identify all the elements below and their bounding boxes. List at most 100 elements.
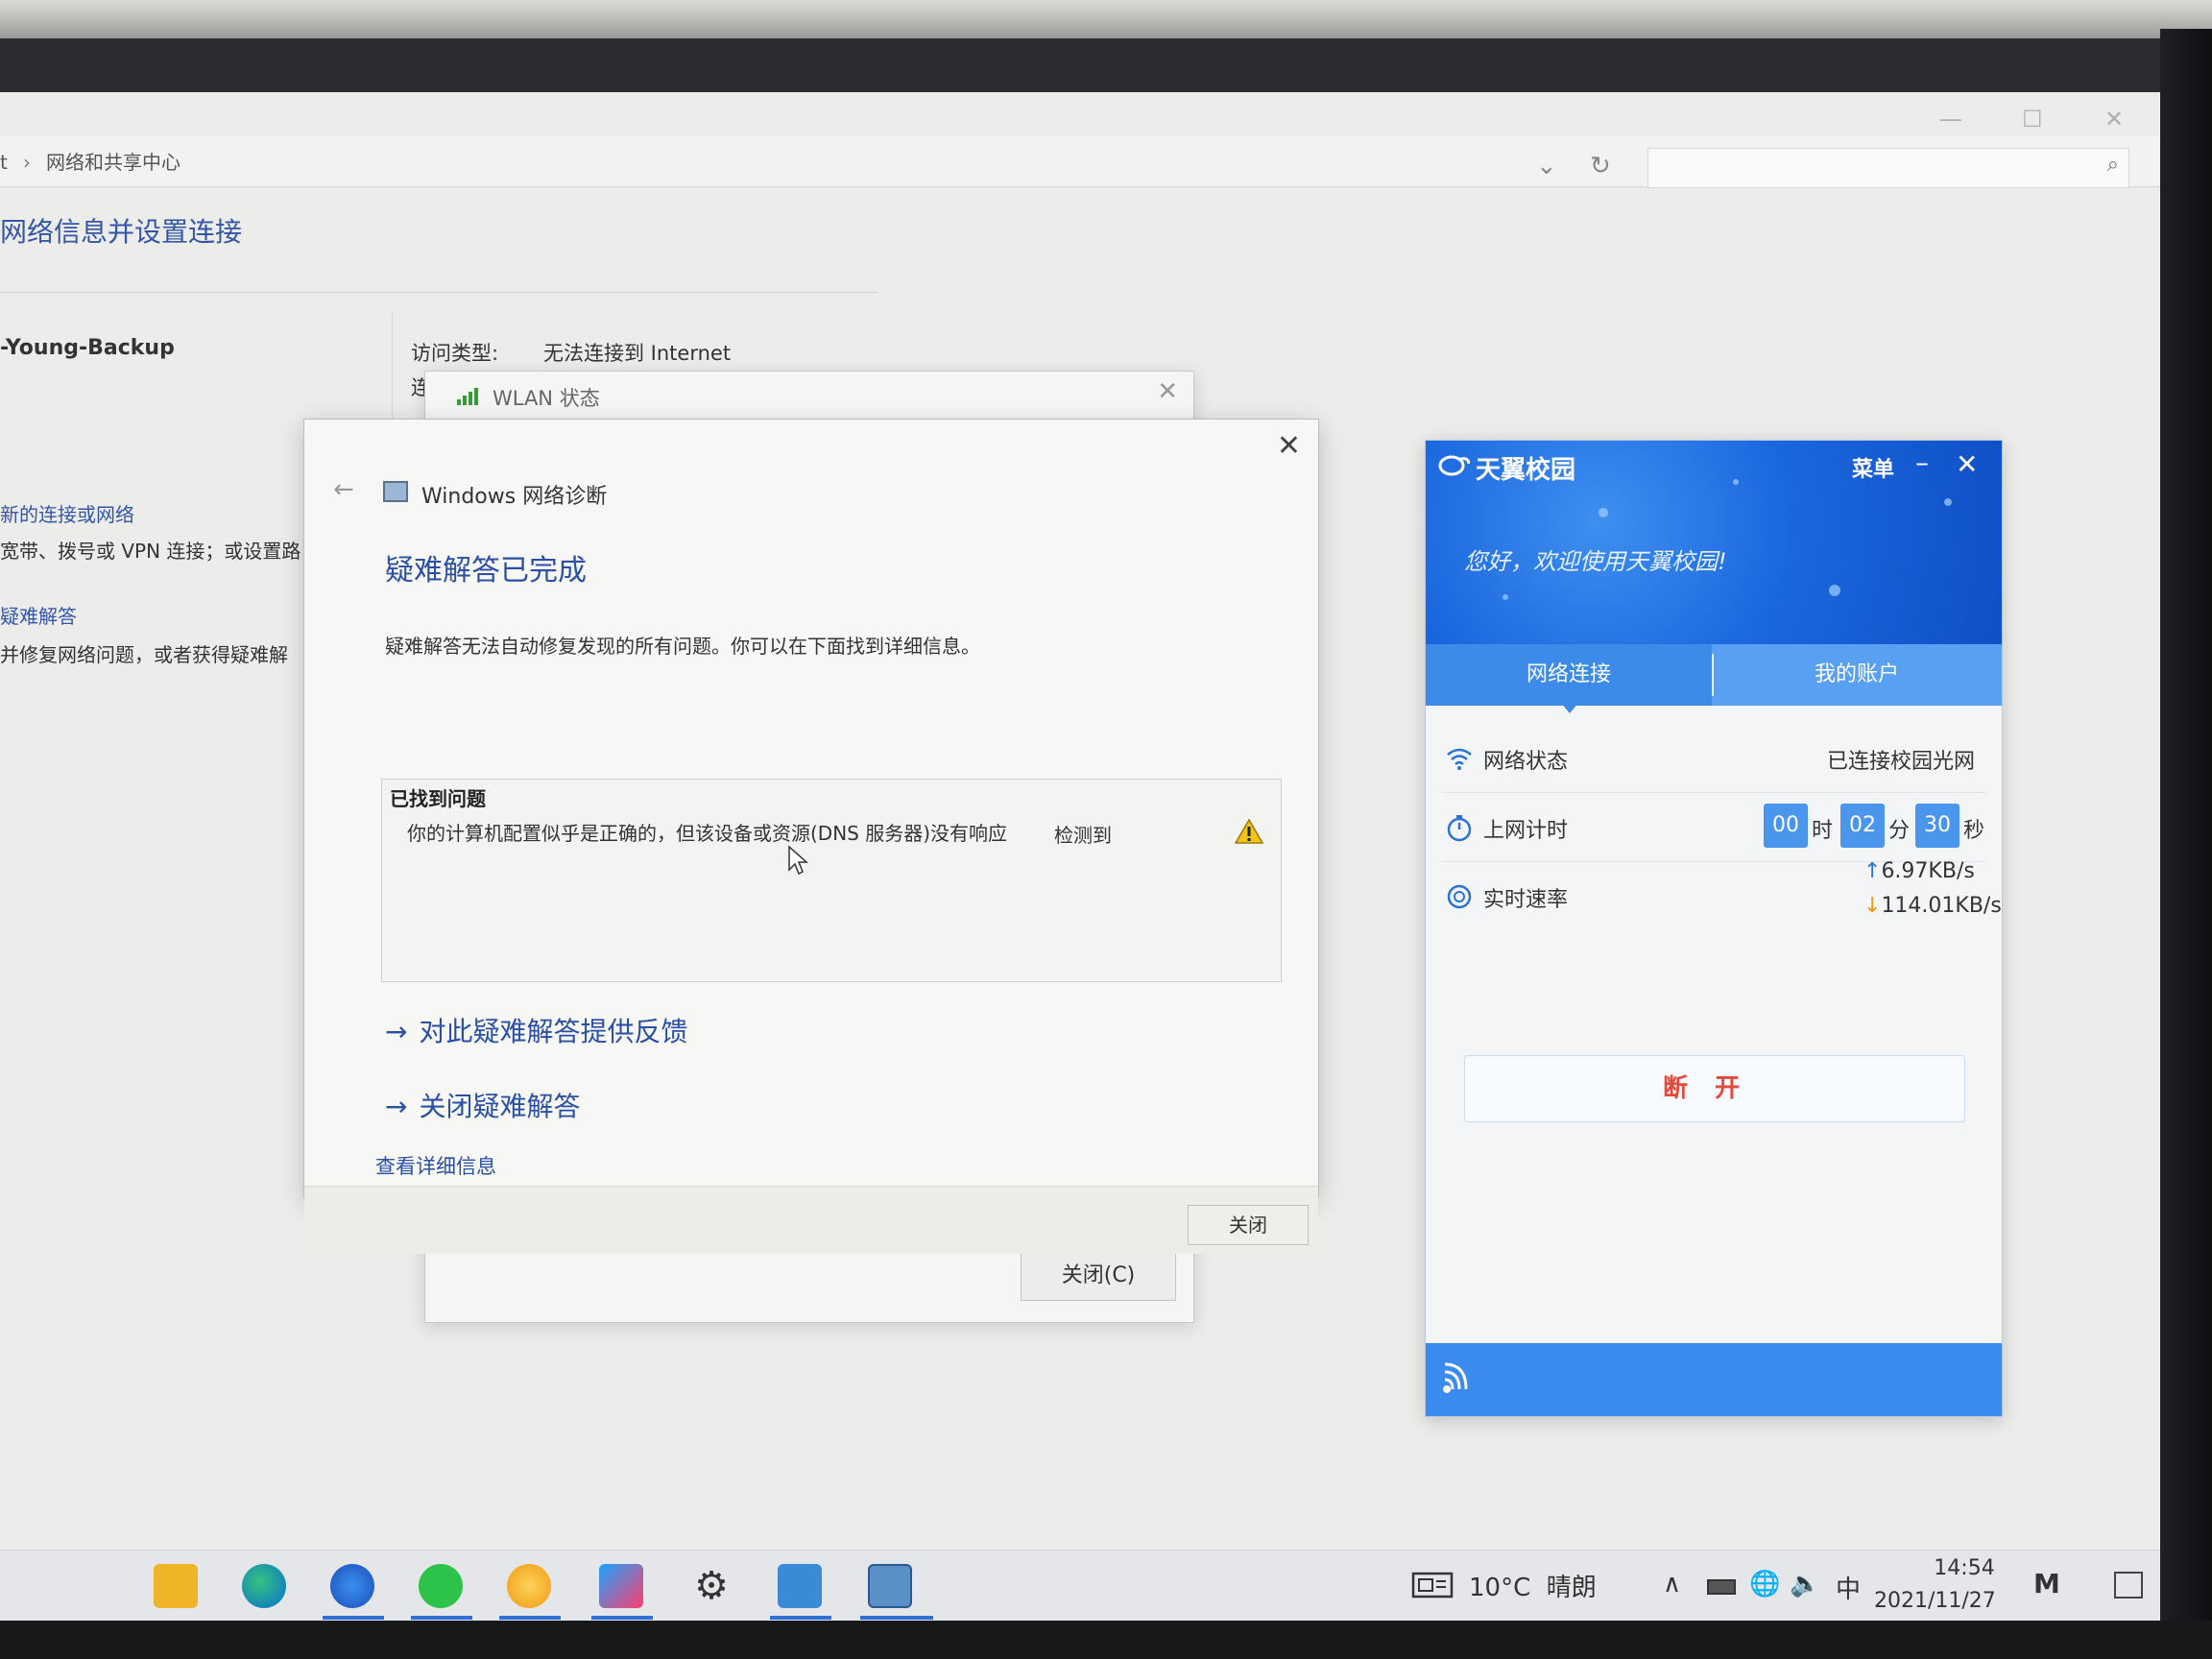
globe-network-icon[interactable]: 🌐 (1749, 1570, 1780, 1599)
page-title: 网络信息并设置连接 (0, 216, 243, 248)
tianyi-campus-window: 天翼校园 菜单 – ✕ 您好，欢迎使用天翼校园! 网络连接 我的账户 网络状态 … (1425, 440, 2003, 1417)
disconnect-button[interactable]: 断开 (1464, 1055, 1965, 1122)
close-troubleshooter-link[interactable]: → 关闭疑难解答 (385, 1086, 580, 1124)
menu-button[interactable]: 菜单 (1852, 452, 1894, 483)
online-timer-row: 上网计时 00 时 02 分 30 秒 (1441, 794, 1986, 862)
clock-time[interactable]: 14:54 (1907, 1556, 2022, 1580)
timer-minutes: 02 (1840, 804, 1885, 848)
stopwatch-icon (1447, 815, 1472, 842)
realtime-speed-row: 实时速率 ↑6.97KB/s ↓114.01KB/s (1441, 859, 2002, 959)
network-status-label: 网络状态 (1483, 750, 1569, 774)
weather-temperature: 10°C (1469, 1574, 1531, 1602)
network-diagnostics-dialog: ✕ ← Windows 网络诊断 疑难解答已完成 疑难解答无法自动修复发现的所有… (303, 419, 1319, 1254)
active-app-indicator (323, 1616, 384, 1620)
divider (0, 292, 878, 293)
tianyi-app-icon[interactable] (507, 1564, 551, 1608)
result-description: 疑难解答无法自动修复发现的所有问题。你可以在下面找到详细信息。 (385, 635, 980, 658)
bezel-right (2160, 29, 2212, 1659)
broadcast-signal-icon[interactable] (1439, 1362, 1481, 1397)
new-connection-link[interactable]: 新的连接或网络 (0, 499, 134, 527)
tianyi-header: 天翼校园 菜单 – ✕ 您好，欢迎使用天翼校园! (1426, 441, 2002, 644)
upload-speed-value: 6.97KB/s (1881, 859, 1975, 883)
wlan-close-button[interactable]: 关闭(C) (1021, 1251, 1176, 1301)
back-arrow-icon[interactable]: ← (333, 475, 354, 504)
online-timer: 00 时 02 分 30 秒 (1764, 804, 1986, 848)
taskbar: ⚙ 10°C 晴朗 ∧ 🌐 🔈 中 14:54 2021/11/27 M (0, 1550, 2166, 1621)
notification-center-icon[interactable] (2114, 1572, 2143, 1599)
access-type-value: 无法连接到 Internet (543, 342, 732, 365)
problems-header: 已找到问题 (390, 787, 486, 810)
dialog-title: Windows 网络诊断 (421, 485, 608, 509)
volume-icon[interactable]: 🔈 (1790, 1570, 1820, 1599)
signal-icon (457, 388, 478, 405)
weather-summary[interactable]: 10°C 晴朗 (1469, 1568, 1597, 1603)
wechat-icon[interactable] (419, 1564, 463, 1608)
weather-condition: 晴朗 (1546, 1574, 1597, 1602)
media-player-icon[interactable] (599, 1564, 643, 1608)
wlan-title: WLAN 状态 (493, 387, 600, 410)
timer-seconds: 30 (1915, 804, 1960, 848)
minimize-icon[interactable]: — (1939, 106, 1962, 132)
browser-app-icon[interactable] (330, 1564, 374, 1608)
battery-icon[interactable] (1707, 1579, 1736, 1595)
network-status-value: 已连接校园光网 (1826, 750, 1975, 774)
mouse-cursor-icon (788, 845, 808, 876)
network-name: -Young-Backup (0, 336, 175, 360)
feedback-link[interactable]: → 对此疑难解答提供反馈 (385, 1011, 687, 1049)
settings-gear-icon[interactable]: ⚙ (689, 1564, 733, 1608)
refresh-icon[interactable]: ↻ (1590, 152, 1611, 180)
arrow-right-icon: → (385, 1091, 408, 1122)
file-explorer-icon[interactable] (154, 1564, 198, 1608)
minimize-icon[interactable]: – (1915, 446, 1929, 478)
timer-minutes-unit: 分 (1888, 819, 1911, 843)
view-details-link[interactable]: 查看详细信息 (375, 1151, 496, 1180)
speedometer-icon (1447, 884, 1472, 909)
breadcrumb[interactable]: t › 网络和共享中心 (0, 144, 1632, 180)
chevron-up-icon[interactable]: ∧ (1663, 1570, 1681, 1599)
breadcrumb-lead[interactable]: t (0, 144, 8, 180)
close-icon[interactable]: ✕ (1956, 448, 1978, 480)
close-button[interactable]: 关闭 (1188, 1205, 1309, 1245)
active-app-indicator (591, 1616, 653, 1620)
chevron-down-icon[interactable]: ⌄ (1536, 152, 1557, 180)
breadcrumb-separator: › (23, 151, 31, 174)
search-input[interactable]: ⌕ (1647, 148, 2129, 188)
weather-widget-icon[interactable] (1411, 1570, 1454, 1600)
wifi-icon (1447, 748, 1472, 770)
feedback-link-label: 对此疑难解答提供反馈 (419, 1016, 688, 1047)
timer-hours-unit: 时 (1812, 819, 1834, 843)
welcome-text: 您好，欢迎使用天翼校园! (1464, 548, 1727, 575)
troubleshoot-description: 并修复网络问题，或者获得疑难解 (0, 643, 288, 666)
active-app-indicator (411, 1616, 472, 1620)
download-speed-value: 114.01KB/s (1881, 894, 2002, 918)
app-name: 天翼校园 (1476, 456, 1576, 485)
control-panel-icon[interactable] (778, 1564, 822, 1608)
tab-my-account[interactable]: 我的账户 (1714, 644, 2000, 706)
access-type-label: 访问类型: (411, 342, 499, 365)
close-icon[interactable]: ✕ (2104, 106, 2124, 132)
issue-text: 你的计算机配置似乎是正确的，但该设备或资源(DNS 服务器)没有响应 (407, 822, 1008, 845)
upload-speed: ↑6.97KB/s (1863, 859, 1975, 883)
network-diagnostics-icon[interactable] (868, 1564, 912, 1608)
active-app-indicator (499, 1616, 561, 1620)
close-icon[interactable]: ✕ (1277, 429, 1301, 463)
diagnostics-app-icon (383, 481, 408, 502)
close-icon[interactable]: ✕ (1157, 377, 1178, 406)
new-connection-description: 宽带、拨号或 VPN 连接；或设置路 (0, 540, 301, 563)
clock-date[interactable]: 2021/11/27 (1874, 1589, 1996, 1613)
input-method-icon[interactable]: M (2033, 1568, 2060, 1599)
breadcrumb-current[interactable]: 网络和共享中心 (46, 144, 180, 180)
result-heading: 疑难解答已完成 (385, 554, 587, 588)
sparkle-decoration (1503, 594, 1508, 600)
edge-browser-icon[interactable] (242, 1564, 286, 1608)
bezel-top (0, 0, 2212, 38)
tab-network-connection[interactable]: 网络连接 (1426, 644, 1712, 706)
screen: t › 网络和共享中心 ⌄ ↻ ⌕ — ☐ ✕ 网络信息并设置连接 -Young… (0, 92, 2166, 1621)
ime-indicator[interactable]: 中 (1836, 1570, 1861, 1605)
troubleshoot-link[interactable]: 疑难解答 (0, 601, 77, 629)
close-troubleshooter-label: 关闭疑难解答 (419, 1091, 581, 1122)
maximize-icon[interactable]: ☐ (2022, 106, 2043, 132)
sparkle-decoration (1944, 498, 1952, 506)
sparkle-decoration (1829, 585, 1840, 596)
tianyi-logo-icon (1438, 455, 1470, 476)
